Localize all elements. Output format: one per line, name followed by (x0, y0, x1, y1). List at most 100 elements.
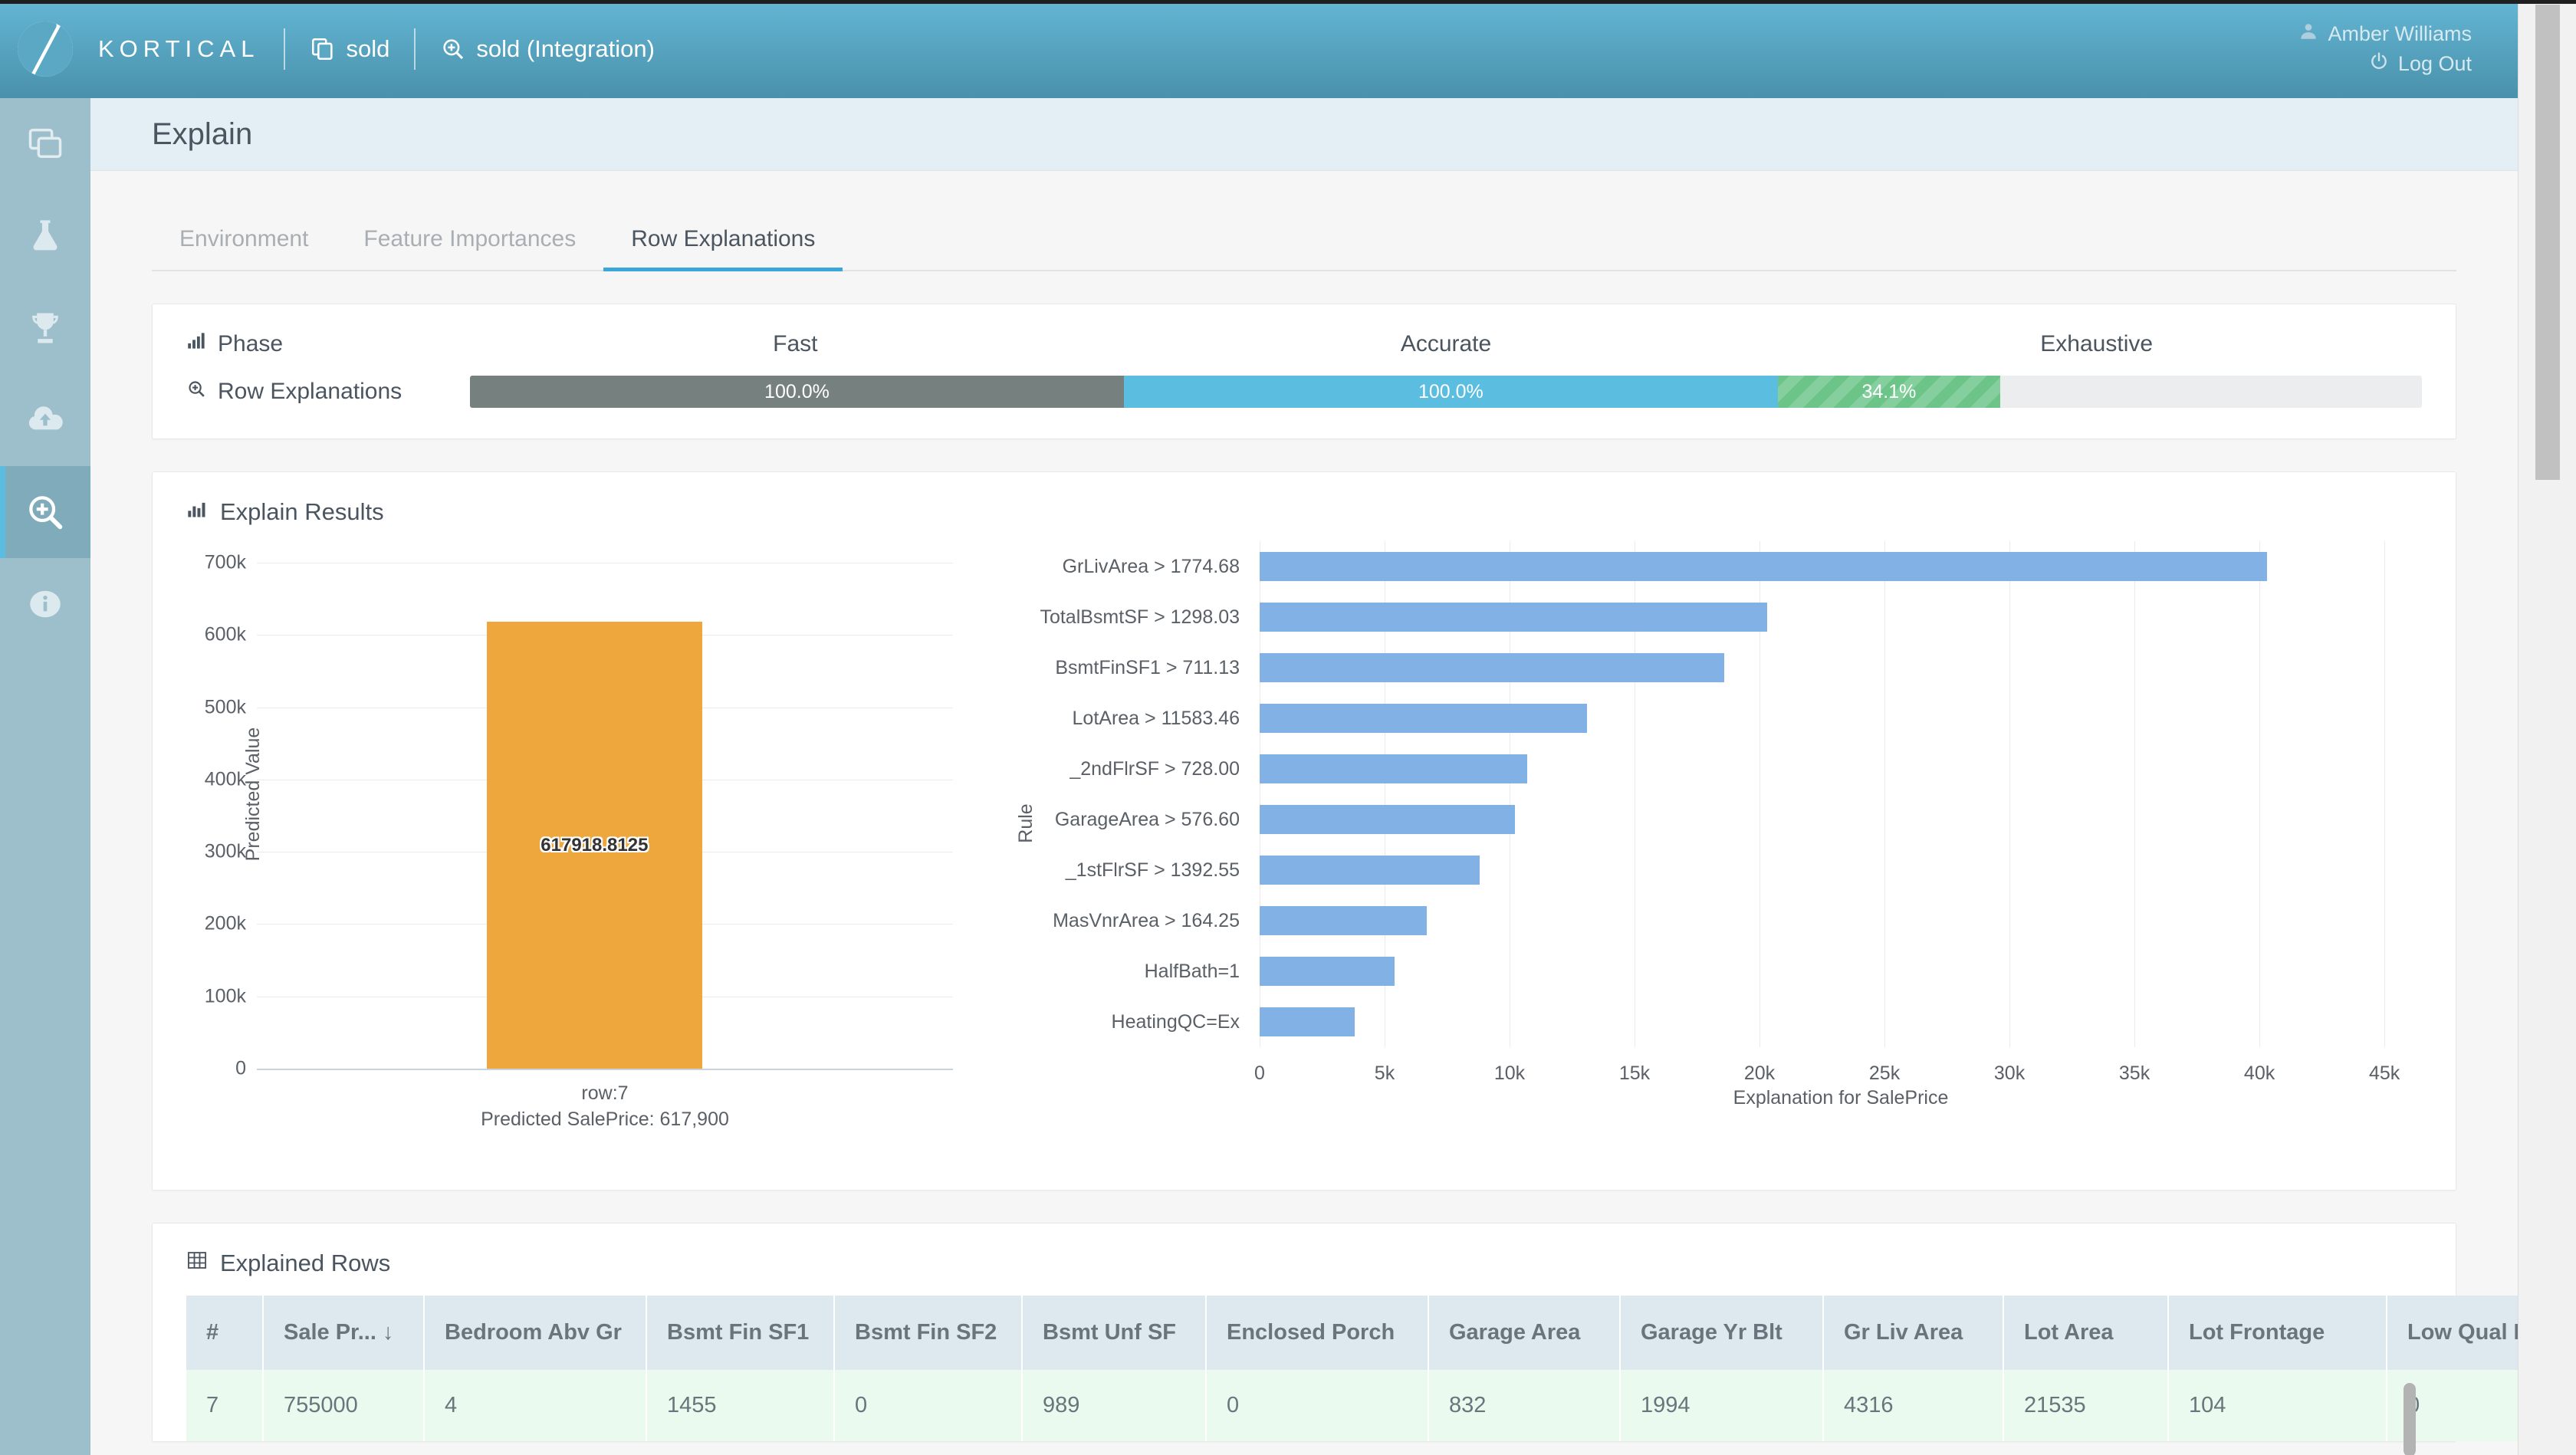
table-cell: 1455 (646, 1370, 834, 1441)
magnifier-plus-icon (186, 379, 207, 406)
sidebar-item-leaderboard[interactable] (0, 282, 90, 374)
rule-bar[interactable] (1260, 754, 1527, 783)
phase-card: Phase Fast Accurate Exhaustive (152, 304, 2456, 439)
y-axis-tick-label: 700k (205, 552, 246, 574)
rule-bar[interactable] (1260, 704, 1587, 733)
copy-icon (310, 36, 336, 62)
rule-bar[interactable] (1260, 805, 1515, 834)
rule-label: MasVnrArea > 164.25 (1024, 895, 1240, 946)
y-axis-tick-label: 300k (205, 841, 246, 863)
table-cell: 4 (424, 1370, 646, 1441)
phase-row-label: Row Explanations (186, 379, 470, 406)
charts-area: Predicted Value 0100k200k300k400k500k600… (153, 526, 2456, 1190)
x-axis-tick-label: 45k (2369, 1063, 2400, 1085)
sidebar-item-info[interactable] (0, 558, 90, 650)
table-vertical-scrollbar[interactable] (2404, 1383, 2416, 1455)
breadcrumb-project-label: sold (346, 35, 389, 63)
rule-label: _2ndFlrSF > 728.00 (1024, 744, 1240, 794)
table-cell: 104 (2168, 1370, 2387, 1441)
magnifier-plus-icon (25, 491, 66, 533)
window-scrollbar-thumb[interactable] (2535, 5, 2560, 480)
rule-bar[interactable] (1260, 1007, 1355, 1036)
table-column-header[interactable]: Garage Area (1428, 1296, 1620, 1370)
phase-column-headers: Fast Accurate Exhaustive (470, 331, 2422, 357)
phase-header-row: Phase Fast Accurate Exhaustive (186, 330, 2422, 357)
predicted-value-bar-label: 617918.8125 (540, 835, 648, 856)
logout-label: Log Out (2398, 52, 2472, 76)
user-name-label: Amber Williams (2328, 22, 2472, 46)
window-scrollbar[interactable] (2518, 0, 2576, 1455)
table-column-header[interactable]: Bsmt Fin SF1 (646, 1296, 834, 1370)
sidebar-item-deploy[interactable] (0, 374, 90, 466)
phase-column-exhaustive: Exhaustive (1771, 331, 2422, 357)
rule-bar-row (1260, 693, 2422, 744)
table-cell: 832 (1428, 1370, 1620, 1441)
tab-feature-importances[interactable]: Feature Importances (336, 212, 603, 271)
breadcrumb-instance-label: sold (Integration) (476, 35, 655, 63)
phase-progress-bar[interactable]: 100.0% 100.0% 34.1% (470, 376, 2422, 408)
table-column-header[interactable]: Gr Liv Area (1823, 1296, 2003, 1370)
rule-label: HalfBath=1 (1024, 946, 1240, 997)
rule-label: _1stFlrSF > 1392.55 (1024, 845, 1240, 895)
rule-bar-row (1260, 744, 2422, 794)
explanation-x-axis-title: Explanation for SalePrice (1260, 1087, 2422, 1109)
rule-bar[interactable] (1260, 552, 2267, 581)
table-column-header[interactable]: Enclosed Porch (1206, 1296, 1428, 1370)
table-column-header[interactable]: Garage Yr Blt (1620, 1296, 1823, 1370)
phase-header-text: Phase (218, 331, 283, 357)
page-container: Explain Environment Feature Importances … (90, 98, 2518, 1455)
x-axis-tick-label: 35k (2119, 1063, 2150, 1085)
table-column-header[interactable]: Lot Frontage (2168, 1296, 2387, 1370)
logo[interactable] (0, 21, 90, 77)
table-column-header[interactable]: Lot Area (2003, 1296, 2168, 1370)
page-title: Explain (152, 117, 252, 152)
tab-environment[interactable]: Environment (152, 212, 336, 271)
y-axis-tick-label: 100k (205, 985, 246, 1007)
page-content: Environment Feature Importances Row Expl… (90, 211, 2518, 1442)
sidebar-item-models[interactable] (0, 98, 90, 190)
breadcrumb-instance[interactable]: sold (Integration) (440, 35, 655, 63)
user-name-row[interactable]: Amber Williams (2298, 21, 2472, 47)
phase-table: Phase Fast Accurate Exhaustive (153, 304, 2456, 438)
sort-desc-icon: ↓ (376, 1320, 394, 1345)
sidebar-item-explain[interactable] (0, 466, 90, 558)
table-column-header[interactable]: Sale Pr... ↓ (263, 1296, 424, 1370)
table-column-header[interactable]: # (186, 1296, 263, 1370)
x-axis-tick-label: 25k (1869, 1063, 1900, 1085)
rule-bar[interactable] (1260, 653, 1724, 682)
rule-bar[interactable] (1260, 957, 1395, 986)
rule-bar-row (1260, 895, 2422, 946)
bar-chart-icon (186, 330, 207, 357)
table-header: #Sale Pr... ↓Bedroom Abv GrBsmt Fin SF1B… (186, 1296, 2576, 1370)
top-navigation-bar: KORTICAL sold sold (Integrati (0, 0, 2518, 98)
rule-bar[interactable] (1260, 856, 1480, 885)
x-axis-tick-label: 10k (1494, 1063, 1525, 1085)
grid-table-icon (186, 1250, 208, 1277)
breadcrumb-project[interactable]: sold (310, 35, 389, 63)
phase-segment-accurate: 100.0% (1124, 376, 1778, 408)
table-cell: 755000 (263, 1370, 424, 1441)
table-column-header[interactable]: Bsmt Fin SF2 (834, 1296, 1022, 1370)
cloud-upload-icon (25, 399, 66, 441)
tab-bar: Environment Feature Importances Row Expl… (152, 211, 2456, 271)
explained-rows-title-text: Explained Rows (220, 1250, 390, 1277)
predicted-value-bar[interactable]: 617918.8125 (487, 622, 702, 1069)
rule-label: TotalBsmtSF > 1298.03 (1024, 592, 1240, 642)
phase-column-accurate: Accurate (1121, 331, 1772, 357)
table-column-header[interactable]: Bedroom Abv Gr (424, 1296, 646, 1370)
table-row[interactable]: 7755000414550989083219944316215351040 (186, 1370, 2576, 1441)
tab-row-explanations[interactable]: Row Explanations (603, 212, 843, 271)
phase-header-label: Phase (186, 330, 470, 357)
sidebar-item-experiments[interactable] (0, 190, 90, 282)
rule-bar-row (1260, 794, 2422, 845)
gridline: 0 (257, 1069, 953, 1070)
y-axis-tick-label: 0 (235, 1058, 246, 1080)
y-axis-tick-label: 200k (205, 913, 246, 935)
x-axis-tick-label: 20k (1744, 1063, 1775, 1085)
table-cell: 21535 (2003, 1370, 2168, 1441)
rule-bar[interactable] (1260, 906, 1427, 935)
rule-bar[interactable] (1260, 603, 1767, 632)
table-column-header[interactable]: Bsmt Unf SF (1022, 1296, 1206, 1370)
phase-progress-row: Row Explanations 100.0% 100.0% 34.1% (186, 376, 2422, 408)
logout-button[interactable]: Log Out (2369, 51, 2472, 77)
